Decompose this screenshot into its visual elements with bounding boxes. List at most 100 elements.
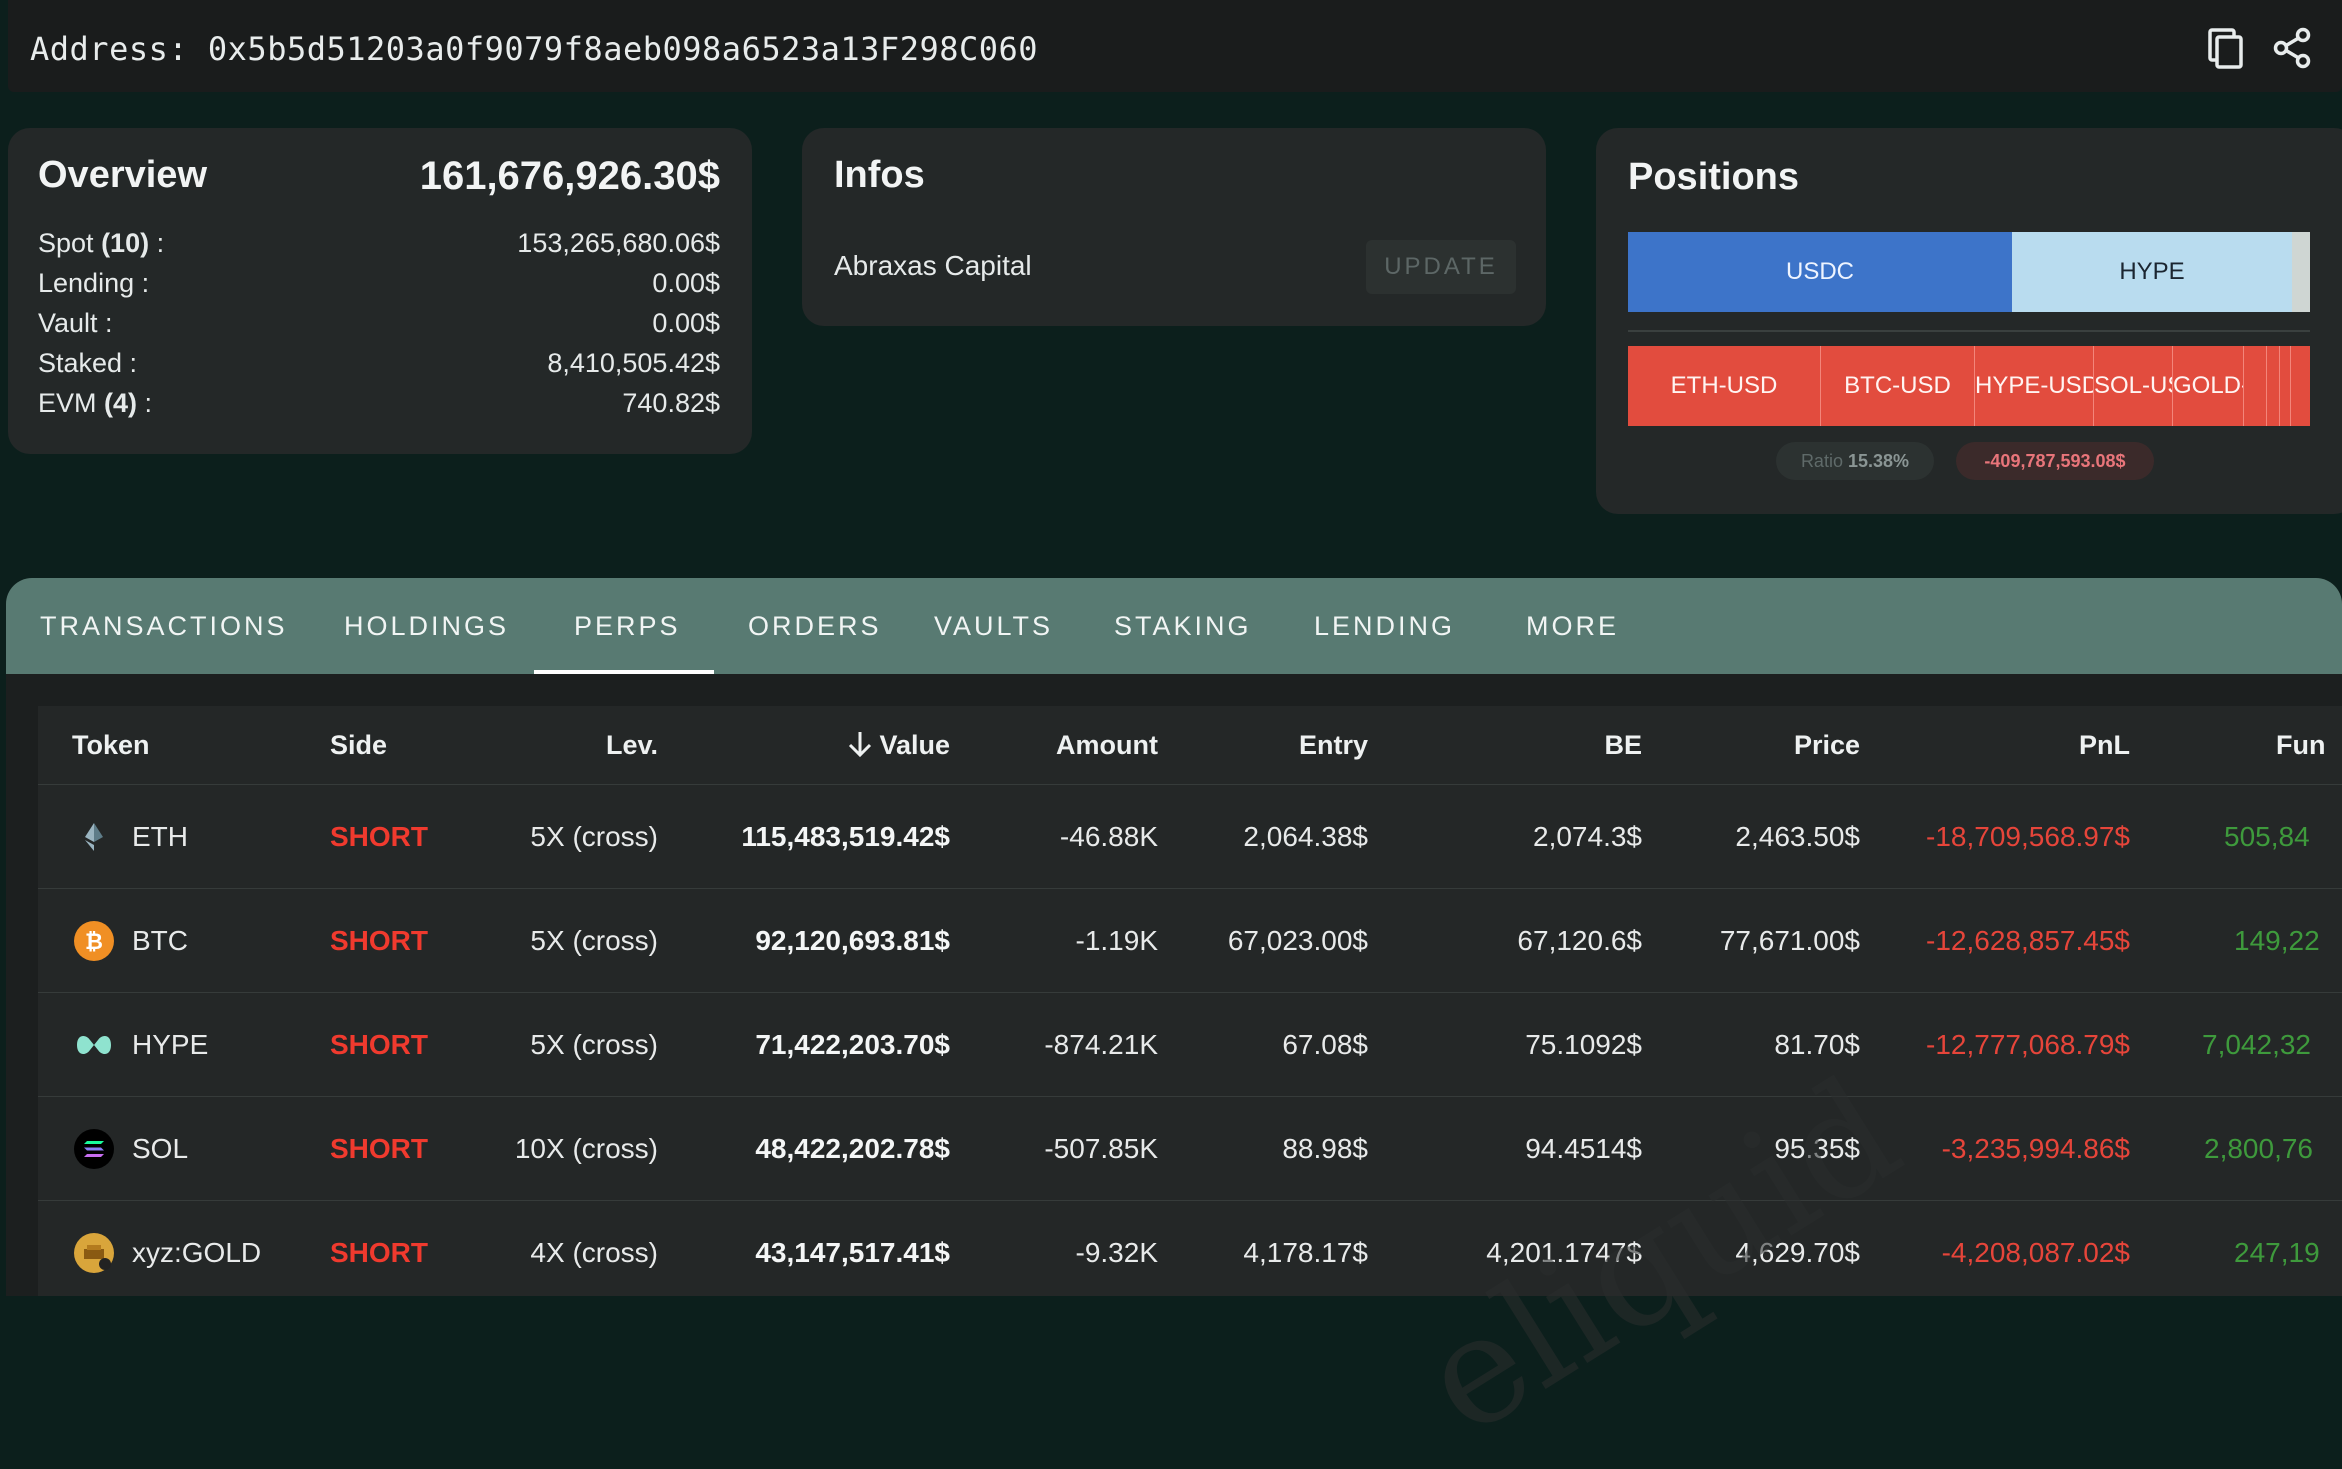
positions-title: Positions xyxy=(1628,156,1800,198)
tab-transactions[interactable]: TRANSACTIONS xyxy=(40,578,288,674)
tab-staking[interactable]: STAKING xyxy=(1114,578,1252,674)
col-header-price[interactable]: Price xyxy=(1658,706,1860,784)
overview-row-lending: Lending : 0.00$ xyxy=(38,268,720,298)
perps-table: Token Side Lev. Value Amount Entry BE Pr… xyxy=(38,706,2342,1296)
position-amount: -1.19K xyxy=(1075,925,1159,956)
position-side: SHORT xyxy=(330,1237,428,1268)
perp-bar-other[interactable] xyxy=(2291,346,2310,426)
funding-value: 247,19 xyxy=(2234,1237,2320,1268)
col-header-token[interactable]: Token xyxy=(72,706,150,784)
perp-bar-other[interactable] xyxy=(2280,346,2291,426)
position-pnl: -4,208,087.02$ xyxy=(1941,1237,2130,1268)
position-amount: -507.85K xyxy=(1044,1133,1158,1164)
infos-card: Infos Abraxas Capital UPDATE xyxy=(802,128,1546,326)
overview-vault-value: 0.00$ xyxy=(652,308,720,338)
col-header-side[interactable]: Side xyxy=(330,706,387,784)
gold-icon xyxy=(74,1233,114,1273)
perp-bar-gold[interactable]: GOLD- xyxy=(2173,346,2244,426)
perp-bar-eth[interactable]: ETH-USD xyxy=(1628,346,1821,426)
token-name: ETH xyxy=(132,821,188,852)
mark-price: 77,671.00$ xyxy=(1719,925,1860,956)
perp-bar-other[interactable] xyxy=(2267,346,2280,426)
col-header-value[interactable]: Value xyxy=(758,706,950,784)
table-row[interactable]: ₿ BTC SHORT 5X (cross) 92,120,693.81$ -1… xyxy=(38,888,2342,993)
col-header-be[interactable]: BE xyxy=(1438,706,1642,784)
tab-holdings[interactable]: HOLDINGS xyxy=(344,578,509,674)
leverage: 10X (cross) xyxy=(514,1133,658,1164)
copy-icon[interactable] xyxy=(2204,26,2248,70)
funding-value: 505,84 xyxy=(2224,821,2310,852)
breakeven-price: 2,074.3$ xyxy=(1533,821,1642,852)
address-bar: Address: 0x5b5d51203a0f9079f8aeb098a6523… xyxy=(8,0,2342,92)
position-pnl: -12,628,857.45$ xyxy=(1926,925,2130,956)
breakeven-price: 4,201.1747$ xyxy=(1486,1237,1642,1268)
leverage: 5X (cross) xyxy=(530,1029,658,1060)
spot-bar-other[interactable] xyxy=(2292,232,2310,312)
breakeven-price: 94.4514$ xyxy=(1525,1133,1642,1164)
col-header-amount[interactable]: Amount xyxy=(938,706,1158,784)
token-name: xyz:GOLD xyxy=(132,1237,262,1268)
sol-icon xyxy=(74,1129,114,1169)
tab-lending[interactable]: LENDING xyxy=(1314,578,1455,674)
overview-staked-value: 8,410,505.42$ xyxy=(547,348,720,378)
col-header-pnl[interactable]: PnL xyxy=(1868,706,2130,784)
position-pnl: -3,235,994.86$ xyxy=(1941,1133,2130,1164)
perp-bar-other[interactable] xyxy=(2244,346,2267,426)
token-name: SOL xyxy=(132,1133,189,1164)
table-row[interactable]: HYPE SHORT 5X (cross) 71,422,203.70$ -87… xyxy=(38,992,2342,1097)
perp-bar-hype[interactable]: HYPE-USD xyxy=(1975,346,2094,426)
total-pnl-chip: -409,787,593.08$ xyxy=(1956,442,2154,480)
col-header-funding[interactable]: Fun xyxy=(2276,706,2325,784)
leverage: 5X (cross) xyxy=(530,821,658,852)
table-row[interactable]: xyz:GOLD SHORT 4X (cross) 43,147,517.41$… xyxy=(38,1200,2342,1296)
hype-icon xyxy=(74,1025,114,1065)
col-header-entry[interactable]: Entry xyxy=(1168,706,1368,784)
spot-bar-hype[interactable]: HYPE xyxy=(2012,232,2292,312)
overview-row-vault: Vault : 0.00$ xyxy=(38,308,720,338)
overview-spot-value: 153,265,680.06$ xyxy=(517,228,720,258)
position-amount: -46.88K xyxy=(1059,821,1158,852)
tab-perps[interactable]: PERPS xyxy=(574,578,681,674)
col-header-lev[interactable]: Lev. xyxy=(458,706,658,784)
leverage: 4X (cross) xyxy=(530,1237,658,1268)
positions-card: Positions USDC HYPE ETH-USD BTC-USD HYPE… xyxy=(1596,128,2342,514)
position-side: SHORT xyxy=(330,1133,428,1164)
tab-vaults[interactable]: VAULTS xyxy=(934,578,1053,674)
arrow-down-icon xyxy=(849,732,872,758)
position-amount: -9.32K xyxy=(1075,1237,1159,1268)
perp-bar-sol[interactable]: SOL-USD xyxy=(2094,346,2173,426)
funding-value: 149,22 xyxy=(2234,925,2320,956)
btc-icon: ₿ xyxy=(74,921,114,961)
funding-value: 7,042,32 xyxy=(2202,1029,2311,1060)
tab-orders[interactable]: ORDERS xyxy=(748,578,882,674)
breakeven-price: 75.1092$ xyxy=(1525,1029,1642,1060)
overview-total: 161,676,926.30$ xyxy=(419,154,720,198)
update-button[interactable]: UPDATE xyxy=(1366,240,1516,294)
share-icon[interactable] xyxy=(2270,26,2314,70)
overview-row-staked: Staked : 8,410,505.42$ xyxy=(38,348,720,378)
entry-price: 67.08$ xyxy=(1282,1029,1368,1060)
table-row[interactable]: ETH SHORT 5X (cross) 115,483,519.42$ -46… xyxy=(38,784,2342,889)
spot-bar-usdc[interactable]: USDC xyxy=(1628,232,2012,312)
position-value: 43,147,517.41$ xyxy=(755,1237,950,1268)
tab-more[interactable]: MORE xyxy=(1526,578,1619,674)
entry-price: 88.98$ xyxy=(1282,1133,1368,1164)
mark-price: 4,629.70$ xyxy=(1735,1237,1860,1268)
wallet-address: Address: 0x5b5d51203a0f9079f8aeb098a6523… xyxy=(30,30,1039,68)
entry-price: 4,178.17$ xyxy=(1243,1237,1368,1268)
details-panel: TRANSACTIONS HOLDINGS PERPS ORDERS VAULT… xyxy=(6,578,2342,1296)
mark-price: 81.70$ xyxy=(1774,1029,1860,1060)
position-pnl: -12,777,068.79$ xyxy=(1926,1029,2130,1060)
position-side: SHORT xyxy=(330,1029,428,1060)
leverage: 5X (cross) xyxy=(530,925,658,956)
entry-price: 67,023.00$ xyxy=(1227,925,1368,956)
breakeven-price: 67,120.6$ xyxy=(1517,925,1642,956)
svg-text:₿: ₿ xyxy=(85,930,103,955)
position-side: SHORT xyxy=(330,925,428,956)
table-row[interactable]: SOL SHORT 10X (cross) 48,422,202.78$ -50… xyxy=(38,1096,2342,1201)
positions-divider xyxy=(1628,330,2310,332)
position-amount: -874.21K xyxy=(1044,1029,1158,1060)
eth-icon xyxy=(74,817,114,857)
perp-bar-btc[interactable]: BTC-USD xyxy=(1821,346,1975,426)
overview-row-evm: EVM (4) : 740.82$ xyxy=(38,388,720,418)
